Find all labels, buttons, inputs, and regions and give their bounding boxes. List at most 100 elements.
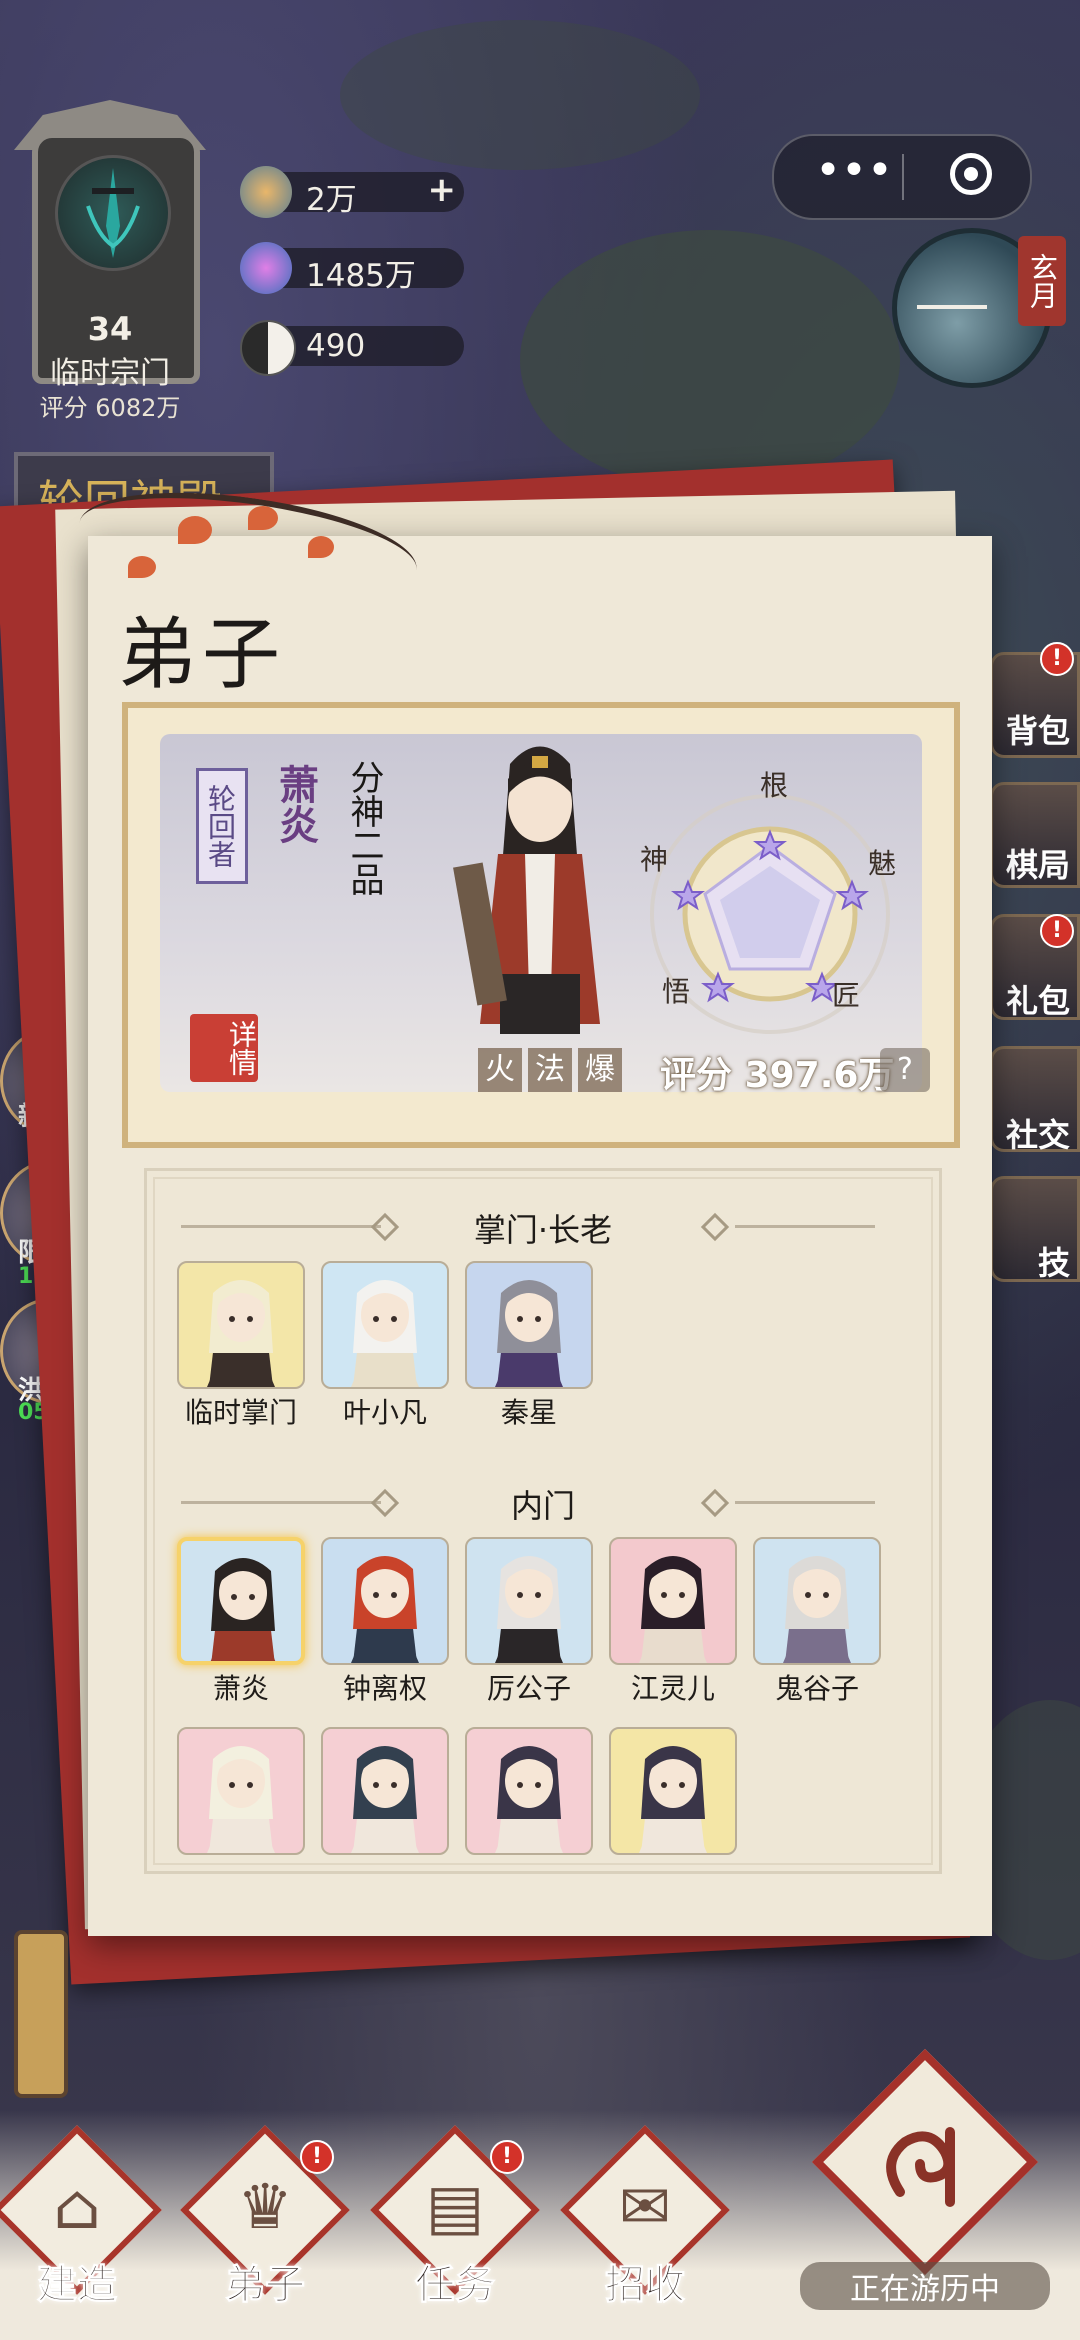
sect-score-value: 6082万: [95, 394, 181, 422]
disciple-portrait: [609, 1537, 737, 1665]
help-icon[interactable]: ?: [880, 1048, 930, 1092]
attr-label-spirit: 神: [640, 843, 669, 876]
resource-value: 2万: [306, 182, 357, 218]
travel-status: 正在游历中: [800, 2262, 1050, 2310]
nav-icon: ✉: [619, 2170, 671, 2243]
disciple-name: 萧炎: [212, 1672, 269, 1705]
nav-icon: ⌂: [53, 2170, 101, 2243]
nav-button[interactable]: ✉ 招收: [560, 2125, 730, 2309]
blossom-decor: [128, 556, 156, 578]
section-divider: [181, 1501, 381, 1504]
section-divider: [181, 1225, 381, 1228]
tree-foliage: [340, 20, 700, 170]
clock-hand: [917, 305, 987, 309]
disciple-card[interactable]: 叶小凡: [321, 1261, 449, 1431]
resource-spirit-stone[interactable]: 2万 +: [240, 166, 464, 218]
sect-name: 临时宗门: [50, 356, 170, 391]
disciple-card[interactable]: 秦星: [465, 1261, 593, 1431]
side-label: 背包: [1005, 712, 1070, 750]
disciple-card[interactable]: 厉公子: [465, 1537, 593, 1707]
sword-emblem-icon: [55, 155, 171, 271]
disciple-card[interactable]: [465, 1727, 593, 1857]
nav-label: 建造: [37, 2262, 118, 2309]
element-tag: 爆: [578, 1048, 622, 1092]
disciple-portrait: [465, 1261, 593, 1389]
blossom-decor: [308, 536, 334, 558]
section-divider: [735, 1225, 875, 1228]
disciple-name: 钟离权: [342, 1672, 427, 1705]
hero-realm: 分神二品: [344, 760, 384, 896]
travel-button[interactable]: 正在游历中: [800, 2048, 1050, 2310]
disciple-card[interactable]: [177, 1727, 305, 1857]
side-label: 技: [1037, 1244, 1070, 1282]
nav-button[interactable]: ⌂ 建造: [0, 2125, 162, 2309]
disciple-portrait: [753, 1537, 881, 1665]
disciple-card[interactable]: 萧炎: [177, 1537, 305, 1707]
hero-name: 萧炎: [272, 764, 319, 844]
spirit-stone-icon: [240, 166, 292, 218]
section-header: 掌门·长老: [473, 1211, 613, 1249]
sect-score: 评分 6082万: [10, 388, 210, 423]
tree-foliage: [520, 230, 900, 490]
more-options-icon[interactable]: •••: [814, 149, 894, 196]
disciple-card[interactable]: 钟离权: [321, 1537, 449, 1707]
disciple-name: 江灵儿: [630, 1672, 715, 1705]
nav-button[interactable]: ▤ 任务!: [370, 2125, 540, 2309]
rank-tag: 轮回者: [196, 768, 248, 884]
hero-card[interactable]: 轮回者 萧炎 分神二品 详情 根 魅 匠 悟 神 火 法 爆 评分 397.6万…: [122, 702, 960, 1148]
scroll-icon[interactable]: [14, 1930, 68, 2098]
disciple-name: 叶小凡: [342, 1396, 427, 1429]
blossom-decor: [178, 516, 212, 544]
hero-tags: 火 法 爆: [478, 1048, 622, 1092]
capsule-divider: [902, 154, 904, 200]
nav-label: 招收: [605, 2262, 686, 2309]
add-resource-button[interactable]: +: [428, 170, 457, 210]
detail-button[interactable]: 详情: [190, 1014, 258, 1082]
attribute-radar: [650, 794, 890, 1034]
blossom-decor: [248, 506, 278, 530]
side-label: 社交: [1005, 1116, 1070, 1154]
resource-value: 1485万: [306, 258, 416, 294]
disciple-portrait: [465, 1537, 593, 1665]
disciple-card[interactable]: 鬼谷子: [753, 1537, 881, 1707]
nav-label: 弟子: [225, 2262, 306, 2309]
disciple-card[interactable]: 江灵儿: [609, 1537, 737, 1707]
disciple-portrait: [321, 1261, 449, 1389]
sect-badge[interactable]: 34 临时宗门 评分 6082万: [10, 100, 210, 423]
notification-badge: !: [1040, 642, 1074, 676]
disciple-portrait: [465, 1727, 593, 1855]
resource-crystal[interactable]: 1485万: [240, 242, 464, 294]
section-divider: [735, 1501, 875, 1504]
disciple-portrait: [321, 1537, 449, 1665]
attr-label-craft: 匠: [832, 979, 861, 1012]
hero-card-inner: 轮回者 萧炎 分神二品 详情 根 魅 匠 悟 神 火 法 爆 评分 397.6万…: [160, 734, 930, 1096]
section-header: 内门: [510, 1487, 575, 1525]
nav-label: 任务: [415, 2262, 496, 2309]
disciple-roster[interactable]: 掌门·长老临时掌门 叶小凡 秦星内门萧炎 钟离权 厉公子 江灵儿 鬼谷子: [144, 1168, 942, 1874]
disciple-name: 临时掌门: [184, 1396, 297, 1429]
attr-label-insight: 悟: [662, 975, 691, 1008]
resource-value: 490: [306, 328, 366, 364]
attr-label-charm: 魅: [868, 847, 897, 880]
disciple-portrait: [177, 1261, 305, 1389]
hero-score: 评分 397.6万: [660, 1046, 894, 1098]
disciple-card[interactable]: [609, 1727, 737, 1857]
mini-program-capsule: •••: [772, 134, 1032, 220]
side-label: 棋局: [1005, 846, 1070, 884]
disciple-card[interactable]: 临时掌门: [177, 1261, 305, 1431]
disciple-portrait: [177, 1727, 305, 1855]
nav-icon: ▤: [425, 2170, 485, 2243]
notification-badge: !: [1040, 914, 1074, 948]
hero-score-value: 397.6万: [744, 1055, 895, 1096]
page-title: 弟子: [118, 610, 287, 700]
close-target-icon[interactable]: [950, 153, 992, 195]
hero-score-label: 评分: [660, 1055, 733, 1096]
element-tag: 法: [528, 1048, 572, 1092]
disciple-card[interactable]: [321, 1727, 449, 1857]
disciple-portrait: [609, 1727, 737, 1855]
sect-score-label: 评分: [39, 394, 88, 422]
disciple-name: 秦星: [500, 1396, 557, 1429]
nav-button[interactable]: ♛ 弟子!: [180, 2125, 350, 2309]
resource-yin-yang[interactable]: 490: [240, 320, 464, 376]
yin-yang-icon: [240, 320, 296, 376]
